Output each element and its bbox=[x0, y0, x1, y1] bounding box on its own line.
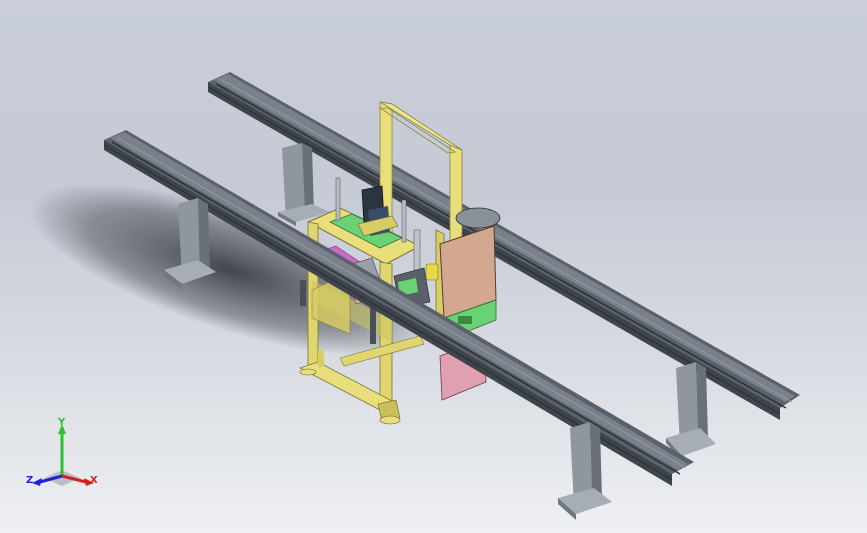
triad-y-label: Y bbox=[58, 417, 66, 428]
triad-graphic bbox=[32, 424, 94, 486]
cad-viewport[interactable]: Y X Z bbox=[0, 0, 867, 533]
cad-model-scene[interactable] bbox=[0, 0, 867, 533]
orientation-triad[interactable]: Y X Z bbox=[22, 418, 112, 498]
triad-z-label: Z bbox=[26, 475, 34, 486]
triad-x-label: X bbox=[90, 475, 98, 486]
